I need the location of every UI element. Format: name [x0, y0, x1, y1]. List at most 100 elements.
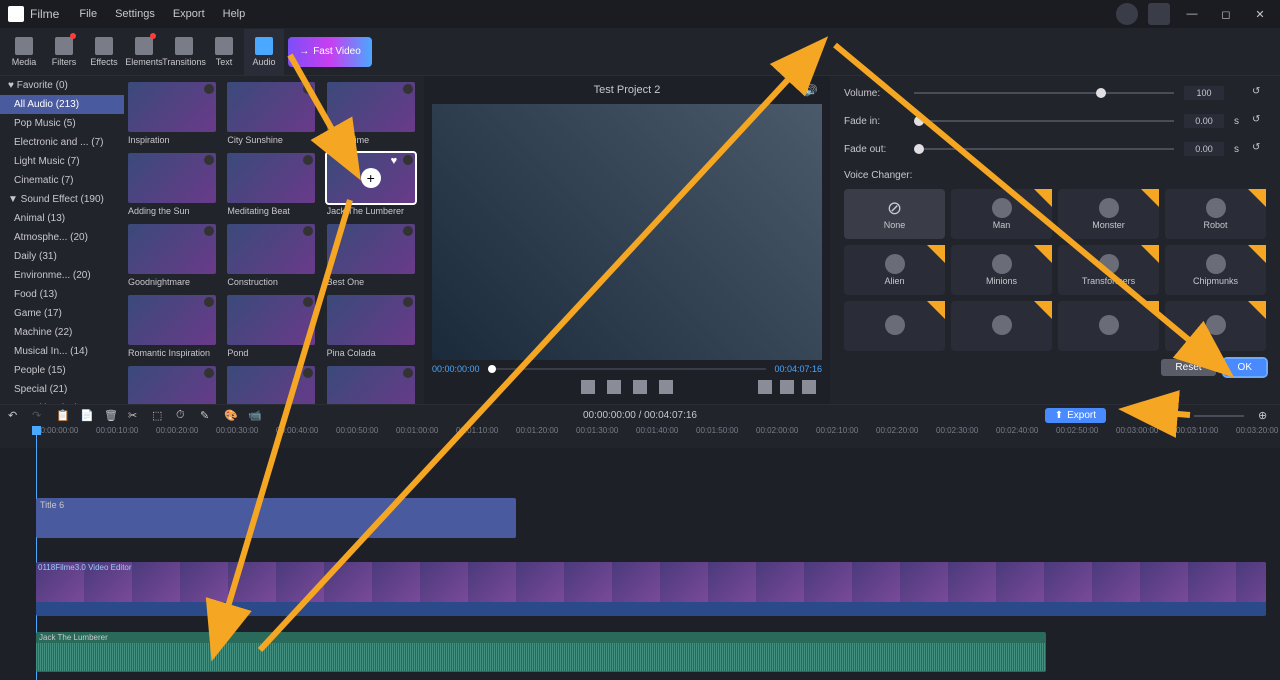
time-ruler[interactable]: 00:00:00:0000:00:10:0000:00:20:0000:00:3…	[0, 426, 1280, 448]
ok-button[interactable]: OK	[1224, 359, 1266, 376]
media-thumb[interactable]	[227, 153, 315, 203]
sidebar-item[interactable]: Food (13)	[0, 285, 124, 304]
video-clip[interactable]: 0118Filme3.0 Video Editor	[36, 562, 1266, 616]
split-icon[interactable]: ✂	[128, 409, 142, 423]
tab-media[interactable]: Media	[4, 29, 44, 75]
reset-icon[interactable]: ↺	[1252, 86, 1266, 100]
seek-bar[interactable]	[488, 368, 767, 370]
media-thumb[interactable]	[227, 366, 315, 404]
fadeout-value[interactable]: 0.00	[1184, 142, 1224, 156]
user-avatar[interactable]	[1116, 3, 1138, 25]
record-icon[interactable]: 📹	[248, 409, 262, 423]
speaker-icon[interactable]: 🔊	[804, 84, 818, 97]
voice-option[interactable]: Minions	[951, 245, 1052, 295]
media-thumb[interactable]: +♥	[327, 153, 415, 203]
sidebar-item[interactable]: Animal (13)	[0, 209, 124, 228]
voice-option[interactable]	[951, 301, 1052, 351]
minimize-button[interactable]: —	[1180, 2, 1204, 26]
sidebar-item[interactable]: Environme... (20)	[0, 266, 124, 285]
voice-option[interactable]	[844, 301, 945, 351]
fadein-slider[interactable]	[914, 120, 1174, 122]
media-thumb[interactable]	[128, 82, 216, 132]
media-thumb[interactable]	[227, 295, 315, 345]
media-thumb[interactable]	[227, 224, 315, 274]
zoom-slider[interactable]	[1194, 415, 1244, 417]
voice-option[interactable]: ⊘None	[844, 189, 945, 239]
media-thumb[interactable]	[128, 153, 216, 203]
menu-file[interactable]: File	[79, 8, 97, 20]
export-button[interactable]: ⬆Export	[1045, 408, 1106, 423]
media-thumb[interactable]	[327, 224, 415, 274]
delete-icon[interactable]: 🗑	[104, 409, 118, 423]
tab-audio[interactable]: Audio	[244, 29, 284, 75]
media-thumb[interactable]	[128, 295, 216, 345]
menu-export[interactable]: Export	[173, 8, 205, 20]
media-thumb[interactable]	[128, 366, 216, 404]
menu-settings[interactable]: Settings	[115, 8, 155, 20]
media-thumb[interactable]	[128, 224, 216, 274]
voice-option[interactable]: Transformers	[1058, 245, 1159, 295]
sidebar-item[interactable]: Atmosphe... (20)	[0, 228, 124, 247]
mail-icon[interactable]	[1148, 3, 1170, 25]
fullscreen-icon[interactable]	[802, 380, 816, 394]
settings-icon[interactable]	[758, 380, 772, 394]
volume-value[interactable]: 100	[1184, 86, 1224, 100]
volume-slider[interactable]	[914, 92, 1174, 94]
sidebar-item[interactable]: All Audio (213)	[0, 95, 124, 114]
sidebar-item[interactable]: Electronic and ... (7)	[0, 133, 124, 152]
video-preview[interactable]	[432, 104, 822, 360]
sidebar-item[interactable]: Game (17)	[0, 304, 124, 323]
close-button[interactable]: ✕	[1248, 2, 1272, 26]
prev-button[interactable]	[607, 380, 621, 394]
undo-icon[interactable]: ↶	[8, 409, 22, 423]
sidebar-item[interactable]: Daily (31)	[0, 247, 124, 266]
menu-help[interactable]: Help	[223, 8, 246, 20]
tab-filters[interactable]: Filters	[44, 29, 84, 75]
reset-icon[interactable]: ↺	[1252, 114, 1266, 128]
voice-option[interactable]: Robot	[1165, 189, 1266, 239]
tab-text[interactable]: Text	[204, 29, 244, 75]
sidebar-item[interactable]: People (15)	[0, 361, 124, 380]
play-button[interactable]	[633, 380, 647, 394]
voice-option[interactable]: Chipmunks	[1165, 245, 1266, 295]
fadeout-slider[interactable]	[914, 148, 1174, 150]
volume-icon[interactable]	[780, 380, 794, 394]
sidebar-item[interactable]: Transition (14)	[0, 399, 124, 404]
color-icon[interactable]: 🎨	[224, 409, 238, 423]
edit-icon[interactable]: ✎	[200, 409, 214, 423]
redo-icon[interactable]: ↷	[32, 409, 46, 423]
voice-option[interactable]	[1058, 301, 1159, 351]
speed-icon[interactable]: ⏱	[176, 409, 190, 423]
media-thumb[interactable]	[227, 82, 315, 132]
next-button[interactable]	[659, 380, 673, 394]
copy-icon[interactable]: 📋	[56, 409, 70, 423]
sidebar-item[interactable]: Machine (22)	[0, 323, 124, 342]
audio-clip[interactable]: Jack The Lumberer	[36, 632, 1046, 672]
sidebar-item[interactable]: Special (21)	[0, 380, 124, 399]
sidebar-item[interactable]: ▼ Sound Effect (190)	[0, 190, 124, 209]
tab-elements[interactable]: Elements	[124, 29, 164, 75]
tab-transitions[interactable]: Transitions	[164, 29, 204, 75]
voice-option[interactable]: Alien	[844, 245, 945, 295]
voice-option[interactable]	[1165, 301, 1266, 351]
voice-option[interactable]: Man	[951, 189, 1052, 239]
sidebar-item[interactable]: ♥ Favorite (0)	[0, 76, 124, 95]
sidebar-item[interactable]: Cinematic (7)	[0, 171, 124, 190]
zoom-out-icon[interactable]: ⊖	[1166, 409, 1180, 423]
crop-icon[interactable]: ⬚	[152, 409, 166, 423]
sidebar-item[interactable]: Pop Music (5)	[0, 114, 124, 133]
fadein-value[interactable]: 0.00	[1184, 114, 1224, 128]
paste-icon[interactable]: 📄	[80, 409, 94, 423]
tab-effects[interactable]: Effects	[84, 29, 124, 75]
reset-icon[interactable]: ↺	[1252, 142, 1266, 156]
zoom-in-icon[interactable]: ⊕	[1258, 409, 1272, 423]
stop-button[interactable]	[581, 380, 595, 394]
sidebar-item[interactable]: Musical In... (14)	[0, 342, 124, 361]
maximize-button[interactable]: ◻	[1214, 2, 1238, 26]
title-clip[interactable]: Title 6	[36, 498, 516, 538]
reset-button[interactable]: Reset	[1161, 359, 1215, 376]
fast-video-button[interactable]: →Fast Video	[288, 37, 372, 67]
media-thumb[interactable]	[327, 82, 415, 132]
media-thumb[interactable]	[327, 295, 415, 345]
media-thumb[interactable]	[327, 366, 415, 404]
